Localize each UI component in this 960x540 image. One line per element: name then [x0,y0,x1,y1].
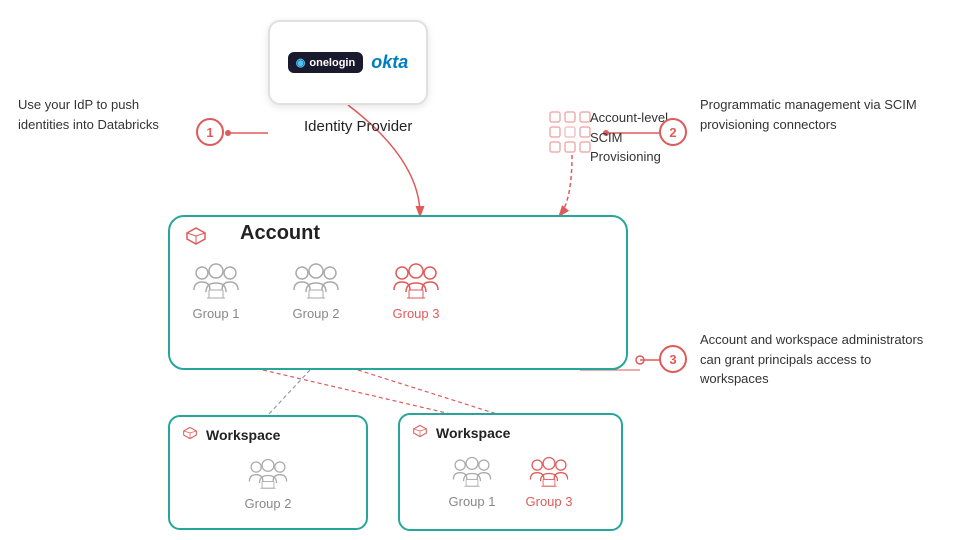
ws2-group-3-label: Group 3 [526,494,573,509]
workspace-2-box: Workspace Group 1 [398,413,623,531]
account-group-3: Group 3 [390,260,442,321]
account-group-2: Group 2 [290,260,342,321]
workspace-1-box: Workspace Group 2 [168,415,368,530]
ws1-group-2-icon [246,456,290,490]
workspace-1-groups: Group 2 [170,448,366,511]
account-icon [185,226,207,251]
group-3-icon [390,260,442,300]
step-1-text: Use your IdP to push identities into Dat… [18,95,188,134]
workspace-2-groups: Group 1 Group 3 [400,446,621,509]
account-group-1-label: Group 1 [193,306,240,321]
workspace-2-label: Workspace [436,425,510,441]
step-2-text: Programmatic management via SCIM provisi… [700,95,930,134]
okta-logo-area: okta [371,52,408,73]
ws1-group-2-label: Group 2 [245,496,292,511]
ws2-group-1-icon [450,454,494,488]
account-group-2-label: Group 2 [293,306,340,321]
idp-provider-box: ◉ onelogin okta [268,20,428,105]
onelogin-text: onelogin [309,57,355,69]
account-group-3-label: Group 3 [393,306,440,321]
step-3-circle: 3 [659,345,687,373]
diagram-container: ◉ onelogin okta Identity Provider 1 Use … [0,0,960,540]
okta-text: okta [371,52,408,72]
account-group-1: Group 1 [190,260,242,321]
ws2-group-1-label: Group 1 [449,494,496,509]
workspace-1-label: Workspace [206,427,280,443]
group-1-icon [190,260,242,300]
step-2-circle: 2 [659,118,687,146]
scim-icon [548,110,592,162]
account-groups: Group 1 Group 2 [190,260,442,321]
idp-label: Identity Provider [304,118,412,135]
step-1-circle: 1 [196,118,224,146]
workspace-1-icon [182,426,198,443]
workspace-1-header: Workspace [170,417,366,448]
onelogin-logo: ◉ onelogin [288,52,363,73]
group-2-icon [290,260,342,300]
workspace-2-group-3: Group 3 [526,454,573,509]
account-label: Account [240,222,320,245]
workspace-1-group-2: Group 2 [245,456,292,511]
workspace-2-header: Workspace [400,415,621,446]
workspace-2-group-1: Group 1 [449,454,496,509]
step-3-text: Account and workspace administrators can… [700,330,930,389]
workspace-2-icon [412,424,428,441]
ws2-group-3-icon [527,454,571,488]
